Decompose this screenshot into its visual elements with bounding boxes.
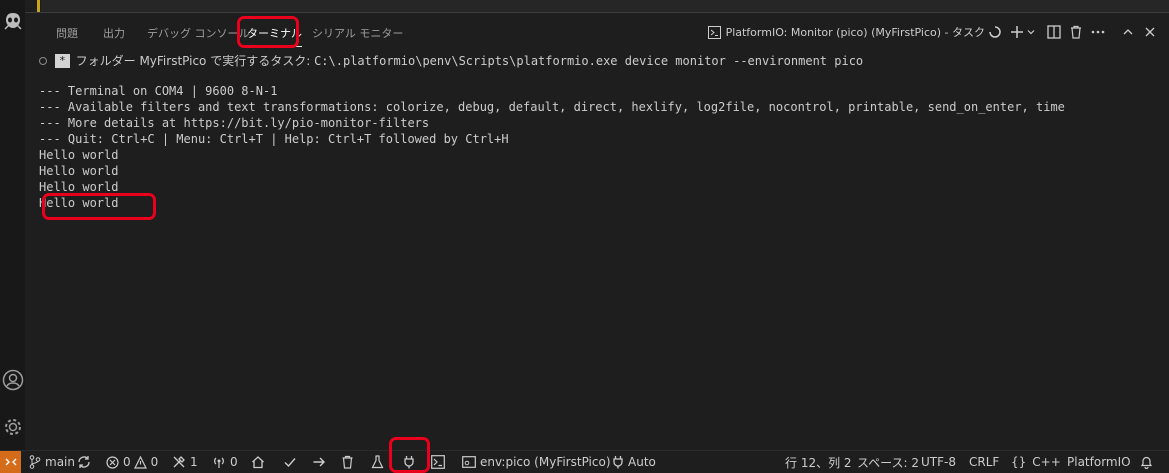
more-actions-icon[interactable] [1087, 21, 1109, 43]
error-count: 0 [123, 455, 131, 469]
tab-serial-monitor[interactable]: シリアル モニター [312, 25, 403, 41]
tab-debug-console[interactable]: デバッグ コンソール [147, 25, 250, 41]
serial-monitor-plug-icon[interactable] [402, 451, 420, 473]
task-status-icon [39, 57, 47, 65]
terminal-line: Hello world [39, 196, 119, 210]
loading-spinner-icon [989, 26, 1001, 38]
panel-tabs: 問題 出力 デバッグ コンソール ターミナル シリアル モニター Platfor… [25, 13, 1169, 51]
bottom-panel: 問題 出力 デバッグ コンソール ターミナル シリアル モニター Platfor… [25, 12, 1169, 452]
folder-env-icon [462, 456, 476, 468]
terminal-line: Hello world [39, 148, 119, 162]
clean-trash-icon[interactable] [341, 451, 358, 473]
branch-icon [29, 455, 41, 469]
task-command: C:\.platformio\penv\Scripts\platformio.e… [314, 54, 864, 68]
tab-problems[interactable]: 問題 [56, 25, 78, 41]
upload-arrow-icon[interactable] [312, 451, 330, 473]
ports-item[interactable]: 0 [212, 451, 238, 473]
trash-icon[interactable] [1065, 21, 1087, 43]
warning-count: 0 [150, 455, 159, 469]
branch-label: main [45, 455, 75, 469]
chevron-down-icon[interactable] [1025, 21, 1037, 43]
line-ending[interactable]: CRLF [969, 451, 999, 473]
maximize-panel-icon[interactable] [1117, 21, 1139, 43]
activity-bar [0, 0, 25, 451]
account-icon[interactable] [2, 369, 24, 391]
editor-strip [25, 0, 1169, 12]
tools-item[interactable]: 1 [172, 451, 198, 473]
terminal-title-label: PlatformIO: Monitor (pico) (MyFirstPico)… [725, 26, 985, 39]
terminal-status-icon[interactable] [431, 451, 449, 473]
braces-icon: {} [1011, 455, 1027, 469]
gear-icon[interactable] [2, 416, 24, 438]
branch-item[interactable]: main [29, 451, 75, 473]
test-flask-icon[interactable] [371, 451, 388, 473]
build-check-icon[interactable] [283, 451, 301, 473]
terminal-output[interactable]: * フォルダー MyFirstPico で実行するタスク: C:\.platfo… [39, 51, 1159, 211]
tab-output[interactable]: 出力 [103, 25, 125, 41]
env-label: env:pico (MyFirstPico) [480, 455, 611, 469]
terminal-line: Hello world [39, 164, 119, 178]
cursor-position[interactable]: 行 12、列 2 [785, 451, 852, 473]
tab-terminal[interactable]: ターミナル [247, 25, 302, 47]
split-terminal-icon[interactable] [1043, 21, 1065, 43]
broadcast-icon [214, 457, 224, 468]
terminal-line: --- Quit: Ctrl+C | Menu: Ctrl+T | Help: … [39, 132, 509, 146]
tools-icon [173, 456, 185, 468]
terminal-line: --- Terminal on COM4 | 9600 8-N-1 [39, 84, 278, 98]
warning-icon [133, 455, 147, 469]
language-label: C++ [1032, 455, 1061, 469]
platformio-label[interactable]: PlatformIO [1067, 451, 1131, 473]
task-star-badge: * [55, 54, 70, 68]
terminal-line: Hello world [39, 180, 119, 194]
status-bar: main 0 0 1 0 env:pico (MyFirstPico) Auto… [0, 437, 1169, 473]
encoding[interactable]: UTF-8 [921, 451, 956, 473]
sync-icon[interactable] [77, 451, 95, 473]
problems-item[interactable]: 0 0 [106, 451, 158, 473]
tools-count: 1 [190, 455, 198, 469]
indent-spaces[interactable]: スペース: 2 [857, 451, 919, 473]
editor-gutter-marker [37, 0, 40, 12]
auto-item[interactable]: Auto [612, 451, 656, 473]
editor-line [41, 0, 1169, 12]
new-terminal-icon[interactable] [1009, 21, 1025, 43]
error-icon [106, 455, 119, 469]
env-item[interactable]: env:pico (MyFirstPico) [462, 451, 611, 473]
home-icon[interactable] [251, 451, 269, 473]
terminal-title[interactable]: PlatformIO: Monitor (pico) (MyFirstPico)… [707, 24, 1001, 40]
auto-label: Auto [628, 455, 656, 469]
bell-icon[interactable] [1140, 451, 1157, 473]
task-line: * フォルダー MyFirstPico で実行するタスク: C:\.platfo… [39, 51, 1159, 71]
plug-icon [613, 456, 623, 469]
ports-count: 0 [230, 455, 238, 469]
language-item[interactable]: {} C++ [1011, 451, 1061, 473]
alien-icon[interactable] [2, 10, 24, 32]
close-panel-icon[interactable] [1139, 21, 1161, 43]
panel-actions: PlatformIO: Monitor (pico) (MyFirstPico)… [707, 21, 1169, 43]
terminal-line: --- Available filters and text transform… [39, 100, 1065, 114]
task-prefix: フォルダー MyFirstPico で実行するタスク: [75, 54, 315, 68]
remote-icon[interactable] [0, 451, 21, 473]
terminal-line: --- More details at https://bit.ly/pio-m… [39, 116, 430, 130]
terminal-icon [707, 25, 721, 39]
